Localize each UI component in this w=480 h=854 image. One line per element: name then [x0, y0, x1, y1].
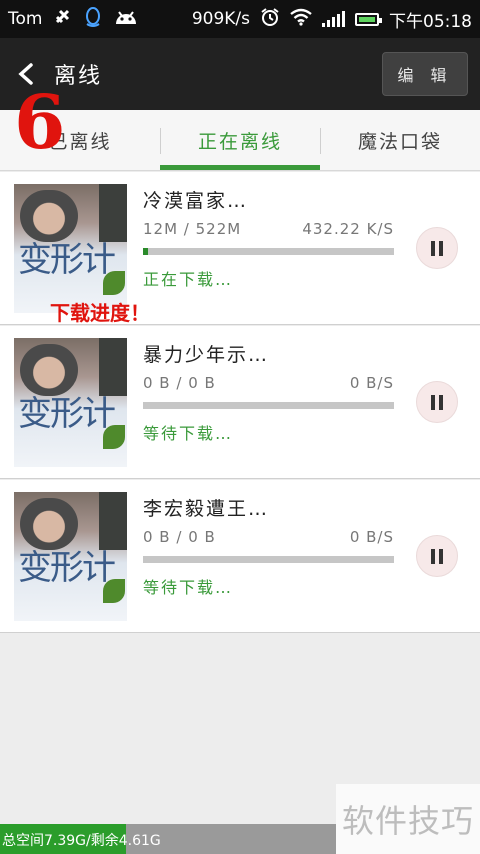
usb-debug-icon: [54, 8, 72, 31]
pause-icon: [431, 240, 435, 256]
download-size: 0 B / 0 B: [143, 374, 216, 392]
download-size: 12M / 522M: [143, 220, 242, 238]
download-name: 暴力少年示…: [143, 344, 270, 366]
download-state: 等待下载…: [143, 424, 234, 443]
video-thumbnail: 变形计: [14, 338, 127, 467]
pause-button[interactable]: [416, 535, 458, 577]
alarm-icon: [260, 7, 280, 32]
storage-label: 总空间7.39G/剩余4.61G: [2, 833, 161, 849]
qq-icon: [84, 6, 102, 33]
tab-offline-in-progress[interactable]: 正在离线: [160, 110, 320, 170]
carrier-label: Tom: [8, 9, 43, 29]
thumbnail-title: 变形计: [18, 240, 116, 280]
video-thumbnail: 变形计: [14, 184, 127, 313]
download-size: 0 B / 0 B: [143, 528, 216, 546]
clock: 下午05:18: [389, 11, 472, 32]
download-speed: 0 B/S: [349, 374, 394, 392]
status-bar: Tom 909K/s 下午05:18: [0, 0, 480, 38]
tab-magic-pocket[interactable]: 魔法口袋: [320, 110, 480, 170]
thumbnail-title: 变形计: [18, 394, 116, 434]
download-speed: 0 B/S: [349, 528, 394, 546]
list-item[interactable]: 变形计 暴力少年示… 0 B / 0 B 0 B/S 等待下载…: [0, 326, 480, 479]
thumbnail-title: 变形计: [18, 548, 116, 588]
download-list: 变形计 冷漠富家… 12M / 522M 432.22 K/S 正在下载… 变形…: [0, 172, 480, 634]
edit-button[interactable]: 编 辑: [382, 52, 468, 96]
list-item[interactable]: 变形计 李宏毅遭王… 0 B / 0 B 0 B/S 等待下载…: [0, 480, 480, 633]
network-speed: 909K/s: [191, 9, 250, 29]
watermark: 软件技巧: [336, 784, 480, 854]
progress-bar: [143, 556, 394, 563]
video-thumbnail: 变形计: [14, 492, 127, 621]
pause-icon: [431, 394, 435, 410]
pause-icon: [431, 548, 435, 564]
signal-icon: [322, 11, 345, 27]
progress-bar: [143, 402, 394, 409]
app-bar: 离线 编 辑: [0, 38, 480, 110]
storage-bar: 总空间7.39G/剩余4.61G: [0, 824, 336, 854]
pause-button[interactable]: [416, 227, 458, 269]
wifi-icon: [290, 8, 312, 31]
download-name: 李宏毅遭王…: [143, 498, 270, 520]
step-number-annotation: 6: [14, 80, 66, 166]
android-icon: [114, 8, 138, 31]
battery-icon: [355, 12, 382, 26]
progress-bar: [143, 248, 394, 255]
download-state: 等待下载…: [143, 578, 234, 597]
pause-button[interactable]: [416, 381, 458, 423]
download-state: 正在下载…: [143, 270, 234, 289]
progress-annotation: 下载进度！: [50, 301, 150, 325]
tab-bar: 已离线 正在离线 魔法口袋: [0, 110, 480, 171]
download-speed: 432.22 K/S: [302, 220, 394, 238]
download-name: 冷漠富家…: [143, 190, 249, 212]
